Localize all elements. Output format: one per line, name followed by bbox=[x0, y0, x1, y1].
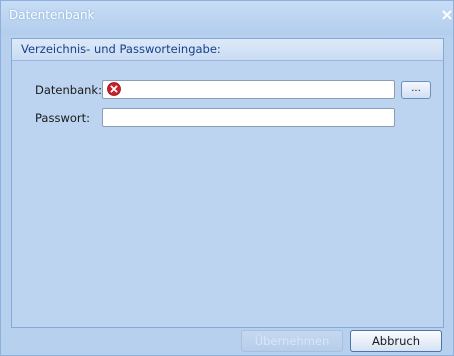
database-label: Datenbank: bbox=[35, 83, 102, 97]
error-icon bbox=[107, 82, 121, 96]
database-field[interactable] bbox=[102, 80, 395, 99]
cancel-button[interactable]: Abbruch bbox=[350, 330, 442, 352]
close-icon[interactable]: × bbox=[439, 6, 454, 24]
password-field[interactable] bbox=[102, 108, 395, 127]
group-title: Verzeichnis- und Passworteingabe: bbox=[21, 42, 221, 56]
group-header: Verzeichnis- und Passworteingabe: bbox=[12, 39, 443, 61]
window-title: Datentenbank bbox=[9, 8, 95, 22]
browse-button[interactable]: ... bbox=[401, 81, 431, 99]
password-label: Passwort: bbox=[35, 111, 91, 125]
title-bar[interactable]: Datentenbank × bbox=[1, 1, 454, 35]
accept-button[interactable]: Übernehmen bbox=[241, 330, 343, 352]
dialog-window: Datentenbank × Verzeichnis- und Passwort… bbox=[0, 0, 454, 356]
